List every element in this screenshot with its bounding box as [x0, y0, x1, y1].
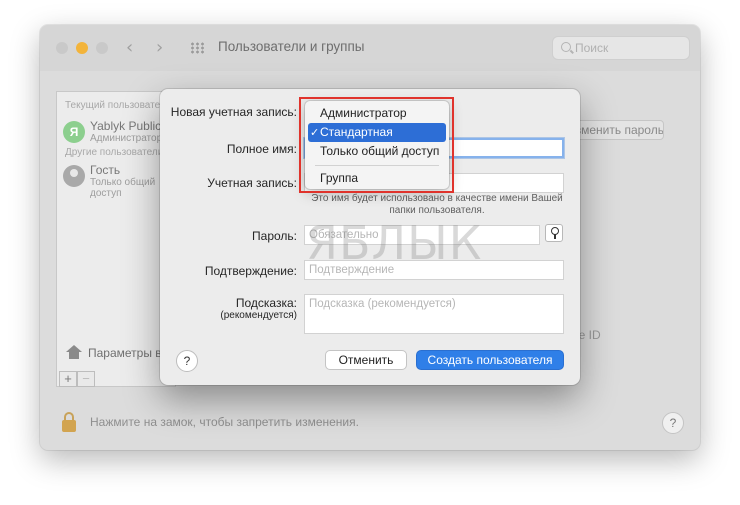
search-icon	[561, 42, 571, 52]
user-list: Текущий пользователь Я Yablyk Public Адм…	[56, 91, 176, 387]
chevron-right-icon[interactable]: ›	[156, 37, 163, 58]
account-type-label: Новая учетная запись:	[170, 105, 297, 119]
key-icon[interactable]	[545, 224, 563, 242]
window-title: Пользователи и группы	[218, 39, 365, 54]
current-user-name[interactable]: Yablyk Public	[90, 119, 161, 133]
minimize-window-button[interactable]	[76, 42, 88, 54]
annotation-highlight-box	[299, 97, 454, 193]
guest-avatar-icon	[63, 165, 85, 187]
add-user-button[interactable]: +	[59, 371, 77, 387]
guest-user-name[interactable]: Гость	[90, 163, 120, 177]
other-users-section-label: Другие пользователи	[65, 147, 164, 158]
watermark-logo: ЯБЛЫК	[306, 216, 483, 270]
sheet-help-button[interactable]: ?	[176, 350, 198, 372]
chevron-left-icon[interactable]: ‹	[126, 37, 133, 58]
password-label: Пароль:	[252, 229, 297, 243]
account-name-hint: Это имя будет использовано в качестве им…	[311, 193, 563, 216]
current-user-section-label: Текущий пользователь	[65, 100, 171, 111]
avatar: Я	[63, 121, 85, 143]
full-name-label: Полное имя:	[226, 142, 297, 156]
grid-icon[interactable]	[190, 42, 204, 54]
password-hint-sublabel: (рекомендуется)	[220, 310, 297, 321]
verify-label: Подтверждение:	[204, 264, 297, 278]
create-user-button[interactable]: Создать пользователя	[416, 350, 564, 370]
close-window-button[interactable]	[56, 42, 68, 54]
titlebar: ‹ › Пользователи и группы Поиск	[40, 25, 700, 71]
lock-status-text: Нажмите на замок, чтобы запретить измене…	[90, 415, 359, 429]
zoom-window-button[interactable]	[96, 42, 108, 54]
password-hint-field[interactable]: Подсказка (рекомендуется)	[304, 294, 564, 334]
window-help-button[interactable]: ?	[662, 412, 684, 434]
current-user-role: Администратор	[90, 133, 163, 144]
search-placeholder: Поиск	[575, 41, 609, 55]
password-hint-label: Подсказка:	[235, 296, 297, 310]
home-icon	[66, 345, 82, 359]
account-name-label: Учетная запись:	[207, 176, 297, 190]
search-input[interactable]: Поиск	[552, 36, 690, 60]
remove-user-button[interactable]: −	[77, 371, 95, 387]
lock-icon[interactable]	[62, 412, 76, 432]
cancel-button[interactable]: Отменить	[325, 350, 407, 370]
